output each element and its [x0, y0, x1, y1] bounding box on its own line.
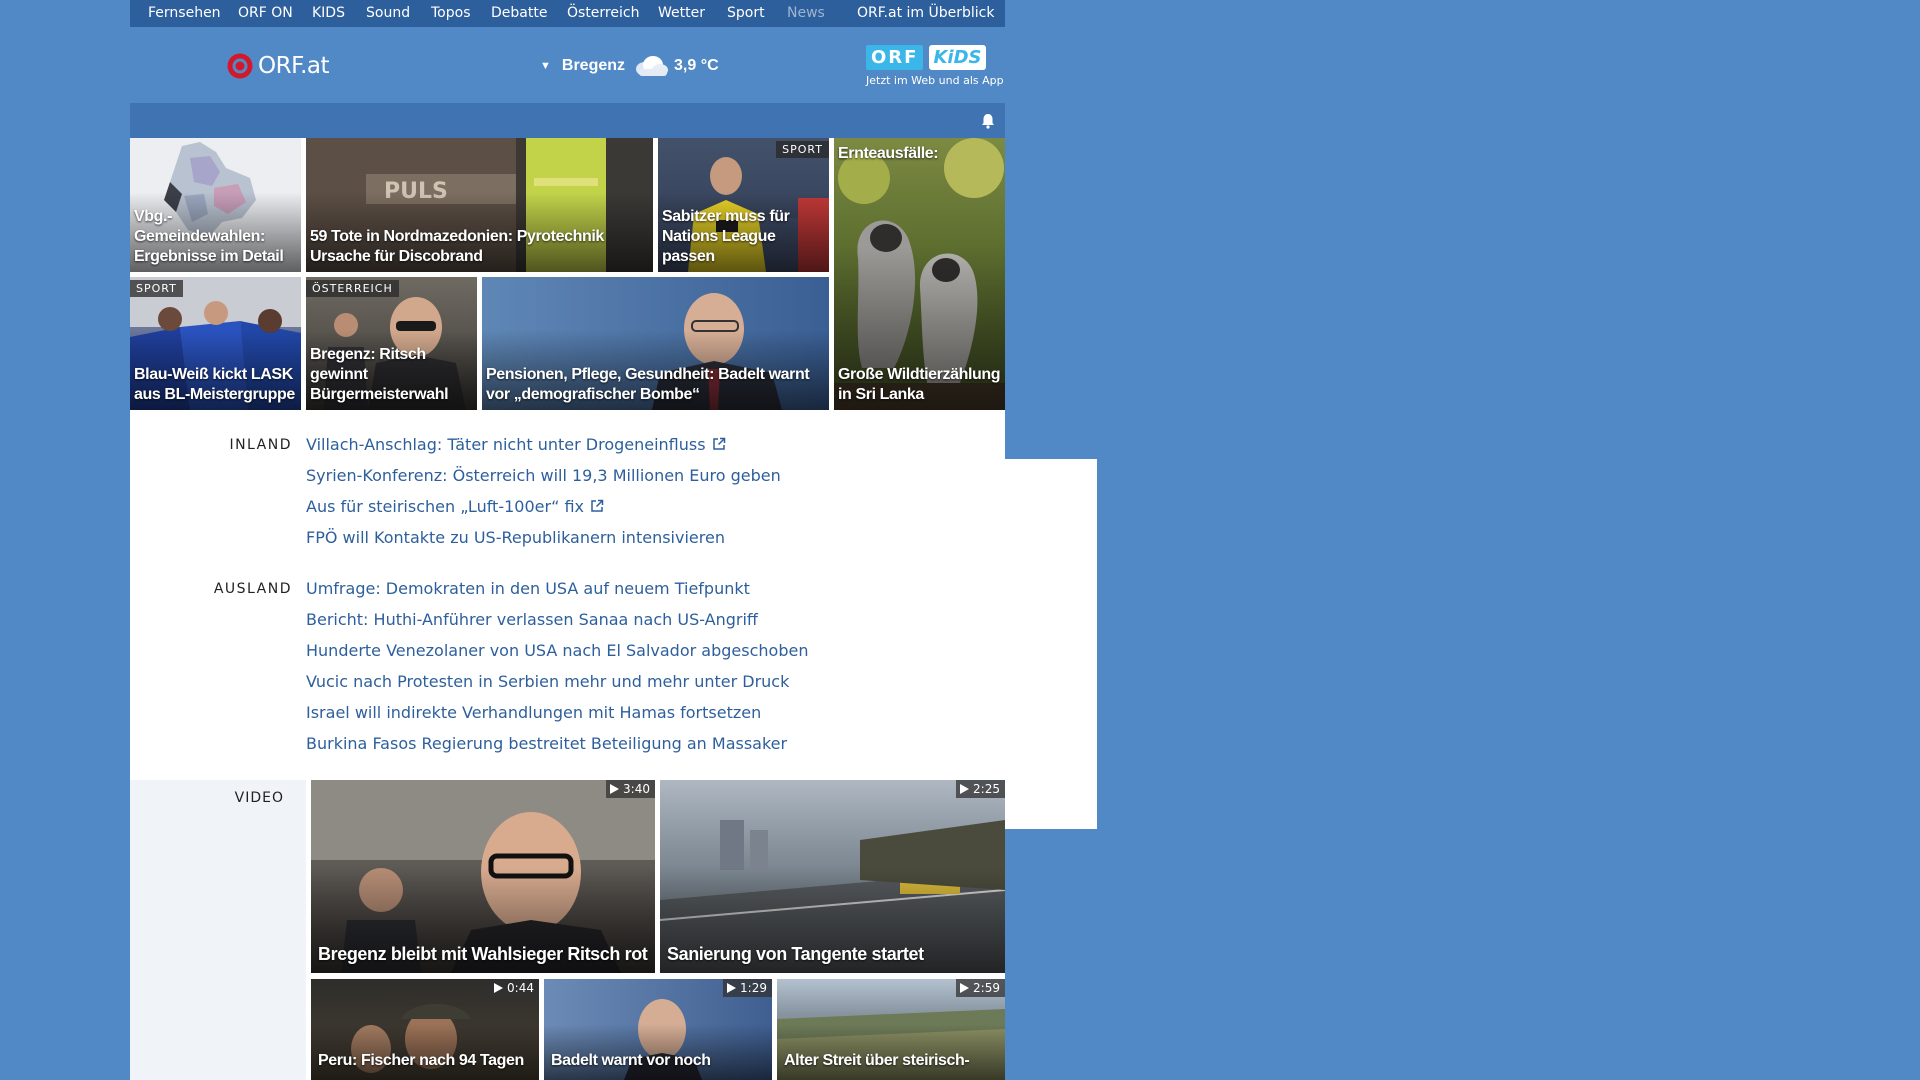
- story-caption: Blau-Weiß kickt LASK aus BL-Meistergrupp…: [134, 366, 295, 403]
- headline-link[interactable]: Bericht: Huthi-Anführer verlassen Sanaa …: [306, 610, 758, 629]
- story-caption: Sabitzer muss für Nations League passen: [662, 208, 790, 265]
- weather-city: Bregenz: [561, 57, 626, 74]
- headline-link[interactable]: Aus für steirischen „Luft-100er“ fix: [306, 497, 604, 516]
- story-tile-blau-weiss[interactable]: SPORT Blau-Weiß kickt LASK aus BL-Meiste…: [130, 277, 301, 410]
- play-icon: [960, 983, 970, 993]
- video-tile[interactable]: 1:29 Badelt warnt vor noch: [544, 979, 772, 1080]
- video-tile[interactable]: 2:25 Sanierung von Tangente startet: [660, 780, 1005, 973]
- story-tile-nordmazedonien[interactable]: PULS 59 Tote in Nordmazedonien: Pyrotech…: [306, 138, 653, 272]
- nav-fernsehen[interactable]: Fernsehen: [148, 0, 221, 27]
- top-navigation: Fernsehen ORF ON KIDS Sound Topos Debatt…: [130, 0, 1005, 27]
- story-tile-sabitzer[interactable]: SPORT Sabitzer muss für Nations League p…: [658, 138, 829, 272]
- video-caption: Peru: Fischer nach 94 Tagen: [318, 1052, 524, 1069]
- section-label-ausland: AUSLAND: [213, 581, 292, 597]
- nav-sound[interactable]: Sound: [366, 0, 410, 27]
- kids-word-text: KiDS: [929, 45, 986, 70]
- nav-oesterreich[interactable]: Österreich: [567, 0, 639, 27]
- weather-widget[interactable]: ▼ Bregenz 3,9 °C: [540, 54, 719, 78]
- external-link-icon: [591, 499, 604, 512]
- play-icon: [960, 784, 970, 794]
- headline-link[interactable]: Hunderte Venezolaner von USA nach El Sal…: [306, 641, 808, 660]
- category-tag: SPORT: [130, 280, 183, 297]
- section-label-inland: INLAND: [229, 437, 292, 453]
- nav-news-current[interactable]: News: [787, 0, 825, 27]
- news-orf-logo[interactable]: news ORF.at: [222, 49, 1097, 829]
- video-tile[interactable]: 0:44 Peru: Fischer nach 94 Tagen: [311, 979, 539, 1080]
- nav-kids[interactable]: KIDS: [312, 0, 345, 27]
- nav-sport[interactable]: Sport: [727, 0, 765, 27]
- orf-kids-logo: ORF KiDS: [866, 45, 1002, 70]
- story-caption: Vbg.-Gemeindewahlen: Ergebnisse im Detai…: [134, 208, 284, 265]
- video-tile[interactable]: 2:59 Alter Streit über steirisch-: [777, 979, 1005, 1080]
- headline-lists: INLAND Villach-Anschlag: Täter nicht unt…: [130, 410, 1005, 780]
- video-duration: 2:25: [956, 780, 1005, 798]
- headline-link[interactable]: Israel will indirekte Verhandlungen mit …: [306, 703, 761, 722]
- headline-link[interactable]: Syrien-Konferenz: Österreich will 19,3 M…: [306, 466, 781, 485]
- story-caption: 59 Tote in Nordmazedonien: Pyrotechnik U…: [310, 228, 604, 265]
- nav-orf-on[interactable]: ORF ON: [238, 0, 293, 27]
- headline-link[interactable]: Umfrage: Demokraten in den USA auf neuem…: [306, 579, 750, 598]
- dropdown-triangle-icon: ▼: [540, 60, 551, 72]
- header-bar: [130, 103, 1005, 138]
- headline-link[interactable]: Villach-Anschlag: Täter nicht unter Drog…: [306, 435, 726, 454]
- nav-topos[interactable]: Topos: [431, 0, 470, 27]
- story-tile-sri-lanka[interactable]: Ernteausfälle: Große Wildtierzählung in …: [834, 138, 1005, 410]
- video-caption: Sanierung von Tangente startet: [667, 944, 924, 964]
- story-caption: Bregenz: Ritsch gewinnt Bürgermeisterwah…: [310, 346, 449, 403]
- video-section: VIDEO 3:40 Bregenz bleibt mit Wahlsieger…: [130, 780, 1005, 1080]
- cloud-icon: [636, 56, 669, 76]
- play-icon: [727, 983, 737, 993]
- category-tag: ÖSTERREICH: [306, 280, 399, 297]
- video-tile[interactable]: 3:40 Bregenz bleibt mit Wahlsieger Ritsc…: [311, 780, 655, 973]
- section-label-video: VIDEO: [234, 790, 284, 806]
- story-caption: Große Wildtierzählung in Sri Lanka: [838, 366, 1001, 403]
- story-caption: Pensionen, Pflege, Gesundheit: Badelt wa…: [486, 366, 810, 403]
- video-duration: 0:44: [490, 979, 539, 997]
- nav-debatte[interactable]: Debatte: [491, 0, 547, 27]
- play-icon: [494, 983, 504, 993]
- story-caption-top: Ernteausfälle:: [838, 145, 939, 162]
- orf-kids-promo[interactable]: ORF KiDS Jetzt im Web und als App: [866, 45, 1004, 91]
- kids-orf-text: ORF: [866, 45, 924, 70]
- headline-link[interactable]: Burkina Fasos Regierung bestreitet Betei…: [306, 734, 787, 753]
- video-duration: 1:29: [723, 979, 772, 997]
- weather-temperature: 3,9 °C: [674, 57, 719, 74]
- orf-eye-icon: [227, 53, 253, 79]
- nav-wetter[interactable]: Wetter: [658, 0, 705, 27]
- category-tag: SPORT: [776, 141, 829, 158]
- story-tile-gemeindewahlen[interactable]: Vbg.-Gemeindewahlen: Ergebnisse im Detai…: [130, 138, 301, 272]
- video-caption: Alter Streit über steirisch-: [784, 1052, 970, 1069]
- video-duration: 3:40: [606, 780, 655, 798]
- header: news ORF.at ▼ Bregenz 3,9 °C ORF KiDS: [130, 27, 1097, 829]
- headline-link[interactable]: FPÖ will Kontakte zu US-Republikanern in…: [306, 528, 725, 547]
- bell-icon[interactable]: [981, 113, 995, 129]
- video-caption: Bregenz bleibt mit Wahlsieger Ritsch rot: [318, 944, 648, 964]
- top-stories: Vbg.-Gemeindewahlen: Ergebnisse im Detai…: [130, 138, 1005, 410]
- headline-link[interactable]: Vucic nach Protesten in Serbien mehr und…: [306, 672, 789, 691]
- play-icon: [610, 784, 620, 794]
- story-tile-bregenz[interactable]: ÖSTERREICH Bregenz: Ritsch gewinnt Bürge…: [306, 277, 477, 410]
- logo-orf-text: ORF.at: [258, 53, 330, 79]
- video-caption: Badelt warnt vor noch: [551, 1052, 711, 1069]
- kids-subtitle: Jetzt im Web und als App: [866, 74, 1004, 87]
- story-tile-pensionen[interactable]: Pensionen, Pflege, Gesundheit: Badelt wa…: [482, 277, 829, 410]
- external-link-icon: [712, 437, 725, 450]
- video-duration: 2:59: [956, 979, 1005, 997]
- page: Fernsehen ORF ON KIDS Sound Topos Debatt…: [130, 0, 1097, 1080]
- nav-orf-overview[interactable]: ORF.at im Überblick: [857, 0, 994, 27]
